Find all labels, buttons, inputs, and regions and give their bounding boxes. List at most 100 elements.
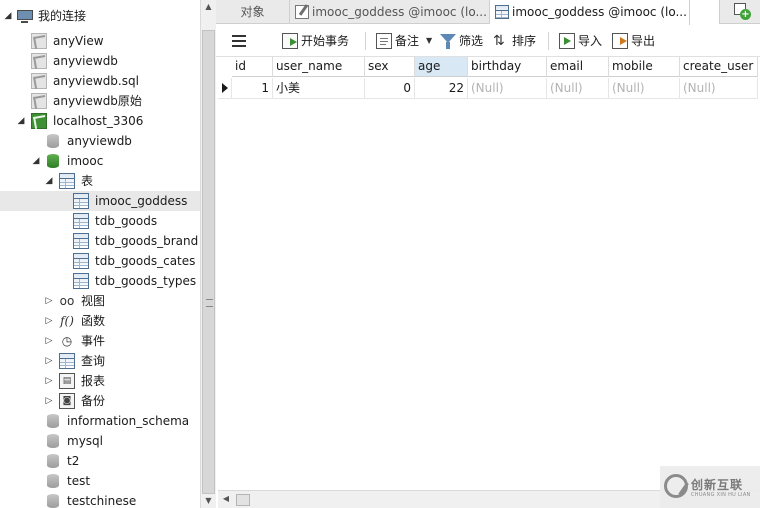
tree-group-events[interactable]: ▷ ◷ 事件 — [0, 331, 200, 351]
column-header[interactable]: sex — [365, 57, 415, 77]
column-header[interactable]: create_user — [680, 57, 758, 77]
table-cell[interactable]: 22 — [415, 78, 468, 99]
watermark: 创新互联 CHUANG XIN HU LIAN — [660, 466, 760, 508]
tree-table[interactable]: tdb_goods_brand — [0, 231, 200, 251]
collapse-arrow-icon[interactable]: ◢ — [31, 151, 41, 171]
tree-connection[interactable]: anyView — [0, 31, 200, 51]
column-header[interactable]: mobile — [609, 57, 680, 77]
table-cell[interactable]: 1 — [232, 78, 273, 99]
tree-table[interactable]: tdb_goods_cates — [0, 251, 200, 271]
scroll-left-icon[interactable]: ◀ — [220, 493, 232, 505]
tree-connection-label: anyviewdb.sql — [53, 74, 139, 88]
column-header[interactable]: birthday — [468, 57, 547, 77]
column-header-sorted[interactable]: age — [415, 57, 468, 77]
tab-design-table[interactable]: imooc_goddess @imooc (lo... — [290, 0, 490, 24]
connection-icon — [31, 73, 47, 89]
table-icon — [495, 5, 509, 19]
scroll-up-icon[interactable]: ▲ — [201, 0, 216, 14]
query-icon — [59, 353, 75, 369]
tree-group-reports[interactable]: ▷ ▤ 报表 — [0, 371, 200, 391]
button-label: 备注 — [395, 34, 420, 48]
tree-table-label: tdb_goods_types — [95, 274, 197, 288]
column-header[interactable]: email — [547, 57, 609, 77]
tab-table-data[interactable]: imooc_goddess @imooc (lo... — [490, 0, 690, 25]
tree-table-selected[interactable]: imooc_goddess — [0, 191, 200, 211]
tree-table-label: tdb_goods — [95, 214, 158, 228]
tree-database[interactable]: t2 — [0, 451, 200, 471]
watermark-text: 创新互联 — [691, 478, 744, 492]
tree-database[interactable]: anyviewdb — [0, 131, 200, 151]
tree-connection[interactable]: anyviewdb.sql — [0, 71, 200, 91]
table-cell[interactable]: (Null) — [468, 78, 547, 99]
tree-group-functions[interactable]: ▷ f() 函数 — [0, 311, 200, 331]
collapse-arrow-icon[interactable]: ◢ — [44, 171, 54, 191]
expand-arrow-icon[interactable]: ▷ — [44, 351, 54, 371]
tree-group-label: 函数 — [81, 314, 106, 328]
collapse-arrow-icon[interactable]: ◢ — [16, 111, 26, 131]
button-label: 筛选 — [459, 34, 484, 48]
expand-arrow-icon[interactable]: ▷ — [44, 311, 54, 331]
tree-database[interactable]: mysql — [0, 431, 200, 451]
tree-group-queries[interactable]: ▷ 查询 — [0, 351, 200, 371]
tree-connection-label: anyviewdb — [53, 54, 118, 68]
server-connection-icon — [31, 113, 47, 129]
tree-group-label: 视图 — [81, 294, 106, 308]
expand-arrow-icon[interactable]: ▷ — [44, 371, 54, 391]
column-header-label: id — [235, 59, 246, 73]
collapse-arrow-icon[interactable]: ◢ — [3, 6, 13, 26]
tree-scrollbar[interactable]: ▲ ▼ — [200, 0, 216, 508]
table-cell[interactable]: (Null) — [547, 78, 609, 99]
note-button[interactable]: 备注 ▼ — [376, 31, 434, 51]
sort-icon: ⇅ — [493, 33, 505, 49]
menu-button[interactable] — [232, 35, 246, 47]
database-icon — [47, 134, 59, 148]
database-icon — [47, 154, 59, 168]
button-label: 开始事务 — [301, 34, 350, 48]
column-header[interactable]: user_name — [273, 57, 365, 77]
column-header-label: birthday — [471, 59, 522, 73]
dropdown-caret-icon[interactable]: ▼ — [426, 31, 432, 51]
database-icon — [47, 434, 59, 448]
tab-blank[interactable] — [690, 0, 720, 24]
tree-tables-group[interactable]: ◢ 表 — [0, 171, 200, 191]
table-cell[interactable]: (Null) — [680, 78, 758, 99]
expand-arrow-icon[interactable]: ▷ — [44, 331, 54, 351]
current-row-indicator-icon[interactable] — [218, 78, 232, 99]
tab-objects[interactable]: 对象 — [216, 0, 290, 24]
tree-connection[interactable]: anyviewdb — [0, 51, 200, 71]
tree-group-views[interactable]: ▷ oo 视图 — [0, 291, 200, 311]
tree-group-backups[interactable]: ▷ ◙ 备份 — [0, 391, 200, 411]
tree-connection[interactable]: anyviewdb原始 — [0, 91, 200, 111]
sort-button[interactable]: ⇅ 排序 — [493, 31, 541, 51]
scrollbar-thumb[interactable] — [202, 30, 215, 494]
new-tab-button[interactable]: + — [734, 3, 752, 21]
tables-folder-icon — [59, 173, 75, 189]
column-header[interactable]: id — [232, 57, 273, 77]
expand-arrow-icon[interactable]: ▷ — [44, 391, 54, 411]
import-button[interactable]: 导入 — [559, 31, 607, 51]
backup-icon: ◙ — [59, 393, 75, 409]
begin-transaction-button[interactable]: 开始事务 — [282, 31, 362, 51]
expand-arrow-icon[interactable]: ▷ — [44, 291, 54, 311]
table-cell[interactable]: 小美 — [273, 78, 365, 99]
column-header-label: sex — [368, 59, 389, 73]
filter-button[interactable]: 筛选 — [440, 31, 488, 51]
scroll-down-icon[interactable]: ▼ — [201, 494, 216, 508]
tab-label: 对象 — [240, 5, 265, 19]
tree-database[interactable]: test — [0, 471, 200, 491]
tree-database-open[interactable]: ◢ imooc — [0, 151, 200, 171]
column-header-label: create_user — [683, 59, 754, 73]
tree-server[interactable]: ◢ localhost_3306 — [0, 111, 200, 131]
tree-database[interactable]: information_schema — [0, 411, 200, 431]
tree-table[interactable]: tdb_goods_types — [0, 271, 200, 291]
tree-root[interactable]: ◢ 我的连接 — [0, 6, 200, 26]
table-cell[interactable]: 0 — [365, 78, 415, 99]
export-button[interactable]: 导出 — [612, 31, 660, 51]
column-header-label: mobile — [612, 59, 653, 73]
button-label: 排序 — [512, 34, 537, 48]
scrollbar-thumb[interactable] — [236, 494, 250, 506]
database-icon — [47, 414, 59, 428]
table-cell[interactable]: (Null) — [609, 78, 680, 99]
tree-table[interactable]: tdb_goods — [0, 211, 200, 231]
tree-database[interactable]: testchinese — [0, 491, 200, 508]
